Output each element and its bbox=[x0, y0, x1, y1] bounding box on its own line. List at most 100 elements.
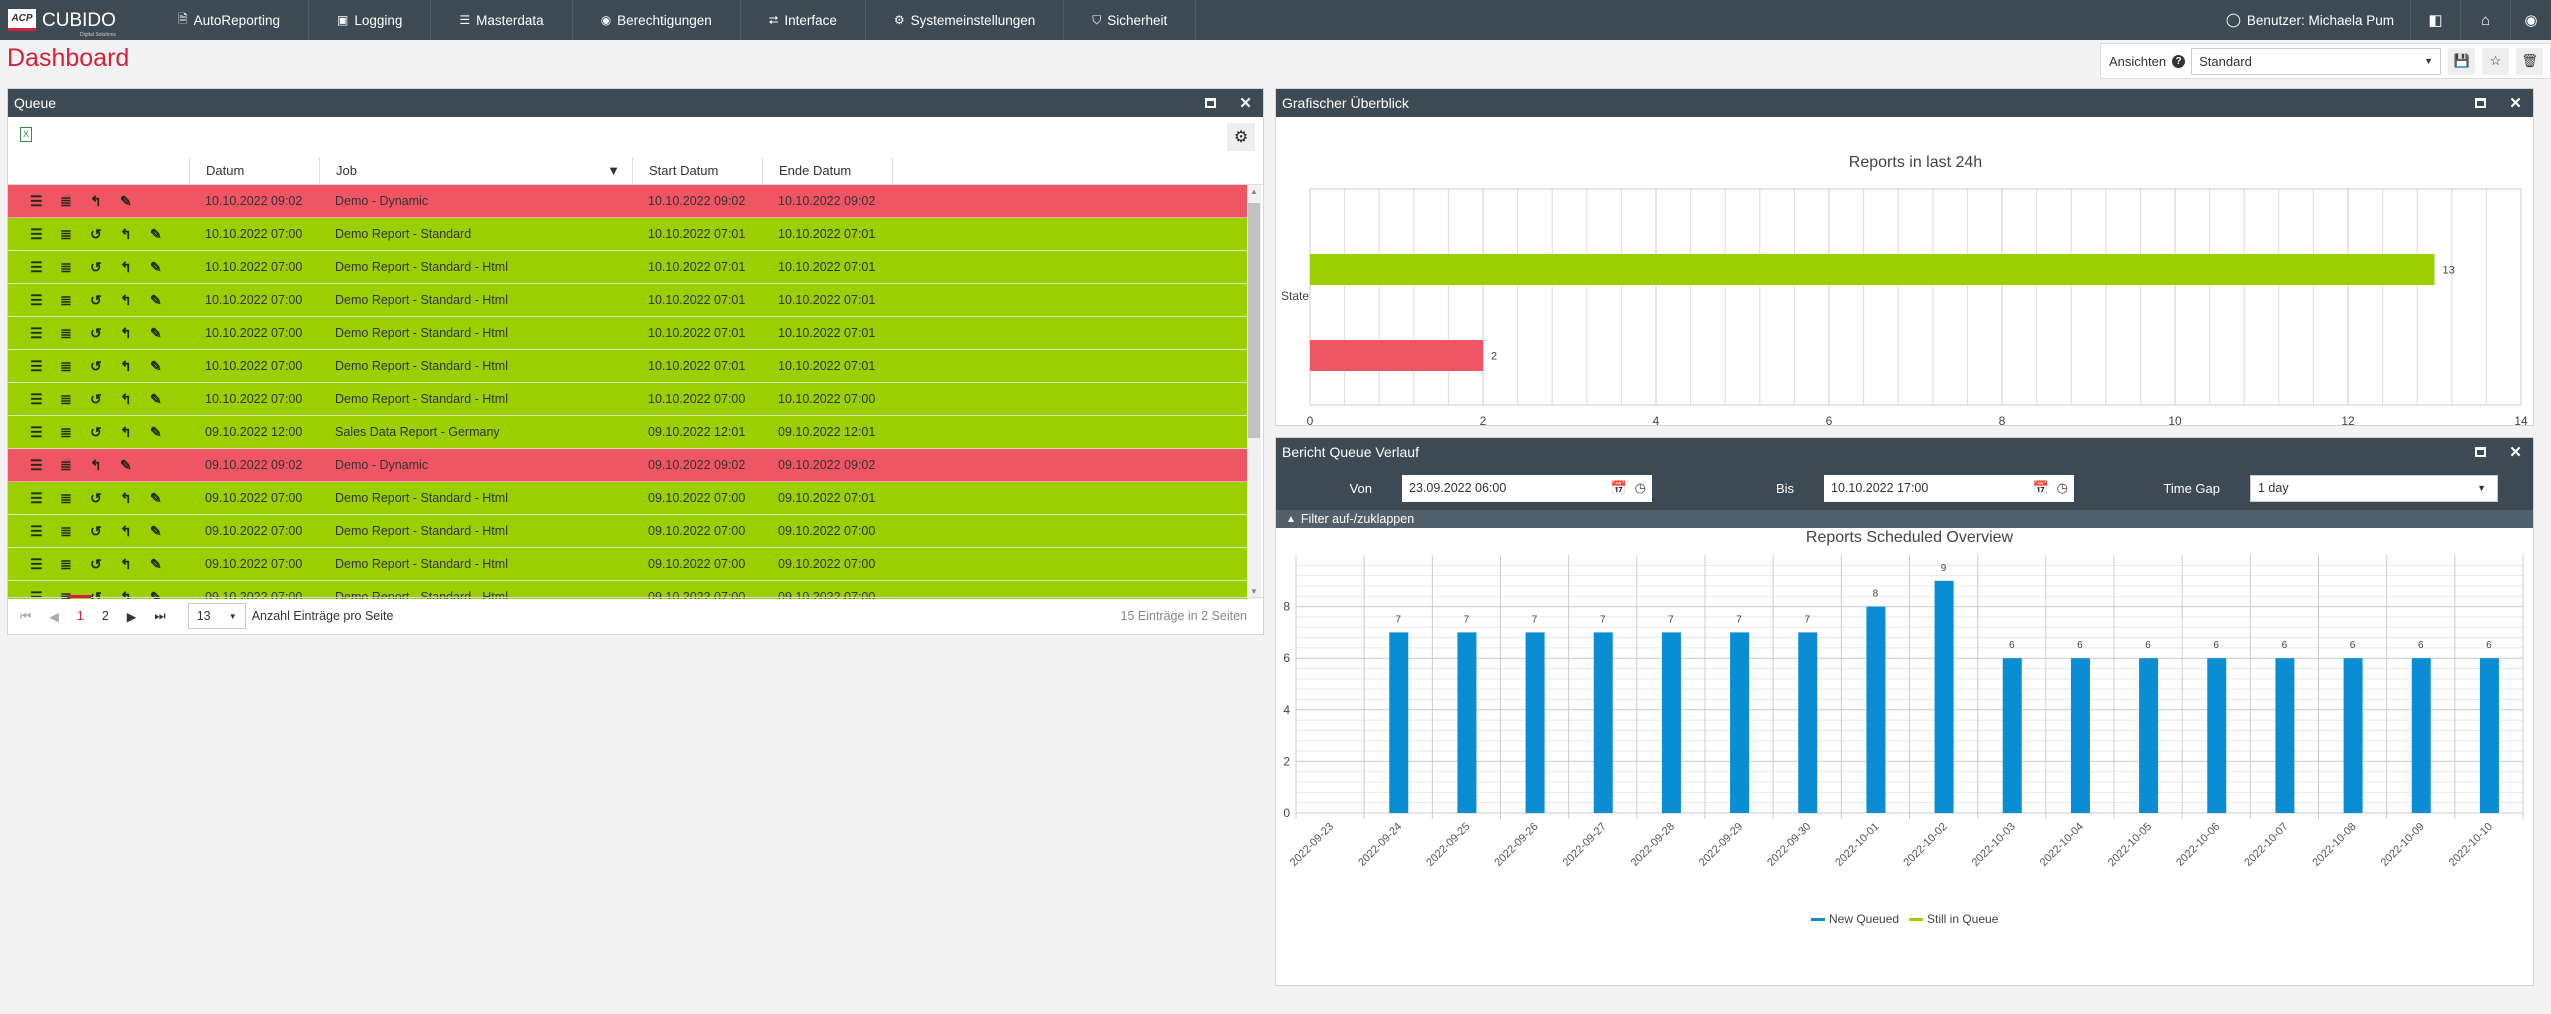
details-icon[interactable]: ☰ bbox=[30, 325, 60, 342]
details-icon[interactable]: ☰ bbox=[30, 523, 60, 540]
table-row[interactable]: ☰ ≣ ↺ ↰ ✎ 10.10.2022 07:00 Demo Report - Stand… bbox=[8, 350, 1248, 383]
column-header-datum[interactable]: Datum bbox=[189, 157, 319, 184]
table-row[interactable]: ☰ ≣ ↺ ↰ ✎ 10.10.2022 07:00 Demo Report - Stand… bbox=[8, 218, 1248, 251]
scroll-thumb[interactable] bbox=[1248, 203, 1260, 438]
scroll-up-icon[interactable]: ▲ bbox=[1247, 185, 1261, 199]
filter-toggle[interactable]: ▲ Filter auf-/zuklappen bbox=[1276, 510, 2533, 528]
column-header-start-datum[interactable]: Start Datum bbox=[632, 157, 762, 184]
rerun-icon[interactable]: ↺ bbox=[90, 358, 120, 375]
language-button[interactable]: ◉ bbox=[2511, 0, 2551, 40]
reply-icon[interactable]: ↰ bbox=[120, 523, 150, 540]
reply-icon[interactable]: ↰ bbox=[120, 490, 150, 507]
settings-sliders-icon[interactable]: ≣ bbox=[60, 424, 90, 441]
edit-icon[interactable]: ✎ bbox=[150, 226, 180, 243]
reply-icon[interactable]: ↰ bbox=[120, 424, 150, 441]
edit-icon[interactable]: ✎ bbox=[120, 457, 150, 474]
details-icon[interactable]: ☰ bbox=[30, 193, 60, 210]
table-row[interactable]: ☰ ≣ ↺ ↰ ✎ 10.10.2022 07:00 Demo Report - Stand… bbox=[8, 284, 1248, 317]
settings-sliders-icon[interactable]: ≣ bbox=[60, 325, 90, 342]
nav-item-autoreporting[interactable]: 🗎 AutoReporting bbox=[150, 0, 309, 40]
table-row[interactable]: ☰ ≣ ↺ ↰ ✎ 10.10.2022 07:00 Demo Report - Stand… bbox=[8, 317, 1248, 350]
column-header-ende-datum[interactable]: Ende Datum bbox=[762, 157, 892, 184]
settings-sliders-icon[interactable]: ≣ bbox=[60, 490, 90, 507]
reply-icon[interactable]: ↰ bbox=[120, 292, 150, 309]
maximize-button[interactable] bbox=[2463, 444, 2498, 461]
next-page-button[interactable]: ▶ bbox=[127, 609, 137, 624]
settings-sliders-icon[interactable]: ≣ bbox=[60, 391, 90, 408]
details-icon[interactable]: ☰ bbox=[30, 424, 60, 441]
first-page-button[interactable]: ⏮ bbox=[20, 609, 31, 624]
reply-icon[interactable]: ↰ bbox=[120, 325, 150, 342]
edit-icon[interactable]: ✎ bbox=[150, 490, 180, 507]
page-1-button[interactable]: 1 bbox=[66, 595, 91, 623]
close-button[interactable]: ✕ bbox=[2498, 94, 2533, 112]
details-icon[interactable]: ☰ bbox=[30, 391, 60, 408]
edit-icon[interactable]: ✎ bbox=[150, 259, 180, 276]
scrollbar[interactable]: ▲ ▼ bbox=[1247, 185, 1261, 599]
nav-item-logging[interactable]: ▣ Logging bbox=[309, 0, 432, 40]
reply-icon[interactable]: ↰ bbox=[120, 226, 150, 243]
home-button[interactable]: ⌂ bbox=[2461, 0, 2511, 40]
edit-icon[interactable]: ✎ bbox=[150, 358, 180, 375]
details-icon[interactable]: ☰ bbox=[30, 292, 60, 309]
nav-item-masterdata[interactable]: ☰ Masterdata bbox=[431, 0, 573, 40]
logout-button[interactable]: ◧ bbox=[2411, 0, 2461, 40]
settings-sliders-icon[interactable]: ≣ bbox=[60, 523, 90, 540]
rerun-icon[interactable]: ↺ bbox=[90, 556, 120, 573]
nav-item-interface[interactable]: ⮂ Interface bbox=[741, 0, 866, 40]
save-view-button[interactable]: 💾 bbox=[2448, 47, 2476, 75]
reply-icon[interactable]: ↰ bbox=[120, 391, 150, 408]
rerun-icon[interactable]: ↺ bbox=[90, 325, 120, 342]
settings-sliders-icon[interactable]: ≣ bbox=[60, 457, 90, 474]
details-icon[interactable]: ☰ bbox=[30, 226, 60, 243]
table-row[interactable]: ☰ ≣ ↺ ↰ ✎ 09.10.2022 12:00 Sales Data Report -… bbox=[8, 416, 1248, 449]
edit-icon[interactable]: ✎ bbox=[120, 193, 150, 210]
edit-icon[interactable]: ✎ bbox=[150, 292, 180, 309]
table-row[interactable]: ☰ ≣ ↰ ✎ 09.10.2022 09:02 Demo - Dynamic 09.10.… bbox=[8, 449, 1248, 482]
details-icon[interactable]: ☰ bbox=[30, 556, 60, 573]
clock-icon[interactable]: ◷ bbox=[2057, 480, 2068, 496]
favorite-view-button[interactable]: ☆ bbox=[2482, 47, 2510, 75]
page-size-select[interactable]: 13 ▼ bbox=[187, 603, 246, 629]
edit-icon[interactable]: ✎ bbox=[150, 325, 180, 342]
calendar-icon[interactable]: 📅 bbox=[2032, 480, 2048, 496]
user-menu[interactable]: ◯ Benutzer: Michaela Pum bbox=[2210, 0, 2411, 40]
edit-icon[interactable]: ✎ bbox=[150, 391, 180, 408]
help-icon[interactable]: ? bbox=[2172, 54, 2186, 68]
table-row[interactable]: ☰ ≣ ↺ ↰ ✎ 10.10.2022 07:00 Demo Report - Stand… bbox=[8, 251, 1248, 284]
rerun-icon[interactable]: ↺ bbox=[90, 391, 120, 408]
edit-icon[interactable]: ✎ bbox=[150, 556, 180, 573]
last-page-button[interactable]: ⏭ bbox=[154, 609, 165, 624]
page-2-button[interactable]: 2 bbox=[102, 609, 109, 623]
table-row[interactable]: ☰ ≣ ↺ ↰ ✎ 09.10.2022 07:00 Demo Report - Stand… bbox=[8, 482, 1248, 515]
details-icon[interactable]: ☰ bbox=[30, 259, 60, 276]
settings-sliders-icon[interactable]: ≣ bbox=[60, 358, 90, 375]
excel-export-icon[interactable]: X bbox=[20, 127, 32, 142]
rerun-icon[interactable]: ↺ bbox=[90, 490, 120, 507]
maximize-button[interactable] bbox=[1193, 95, 1228, 112]
reply-icon[interactable]: ↰ bbox=[120, 358, 150, 375]
settings-sliders-icon[interactable]: ≣ bbox=[60, 226, 90, 243]
maximize-button[interactable] bbox=[2463, 95, 2498, 112]
nav-item-berechtigungen[interactable]: ◉ Berechtigungen bbox=[573, 0, 741, 40]
bis-datetime-input[interactable]: 10.10.2022 17:00 📅 ◷ bbox=[1824, 474, 2074, 502]
nav-item-sicherheit[interactable]: ⛉ Sicherheit bbox=[1064, 0, 1197, 40]
prev-page-button[interactable]: ◀ bbox=[49, 609, 59, 624]
table-row[interactable]: ☰ ≣ ↺ ↰ ✎ 09.10.2022 07:00 Demo Report - Stand… bbox=[8, 515, 1248, 548]
edit-icon[interactable]: ✎ bbox=[150, 523, 180, 540]
details-icon[interactable]: ☰ bbox=[30, 358, 60, 375]
settings-sliders-icon[interactable]: ≣ bbox=[60, 292, 90, 309]
delete-view-button[interactable]: 🗑 bbox=[2516, 47, 2544, 75]
rerun-icon[interactable]: ↺ bbox=[90, 226, 120, 243]
rerun-icon[interactable]: ↺ bbox=[90, 292, 120, 309]
settings-sliders-icon[interactable]: ≣ bbox=[60, 259, 90, 276]
reply-icon[interactable]: ↰ bbox=[90, 193, 120, 210]
reply-icon[interactable]: ↰ bbox=[120, 556, 150, 573]
nav-item-systemeinstellungen[interactable]: ⚙ Systemeinstellungen bbox=[866, 0, 1065, 40]
settings-button[interactable]: ⚙ bbox=[1227, 123, 1255, 151]
table-row[interactable]: ☰ ≣ ↰ ✎ 10.10.2022 09:02 Demo - Dynamic 10.10.… bbox=[8, 185, 1248, 218]
timegap-select[interactable]: 1 day ▼ bbox=[2250, 474, 2498, 502]
details-icon[interactable]: ☰ bbox=[30, 457, 60, 474]
views-select[interactable]: Standard ▼ bbox=[2191, 47, 2442, 75]
edit-icon[interactable]: ✎ bbox=[150, 424, 180, 441]
